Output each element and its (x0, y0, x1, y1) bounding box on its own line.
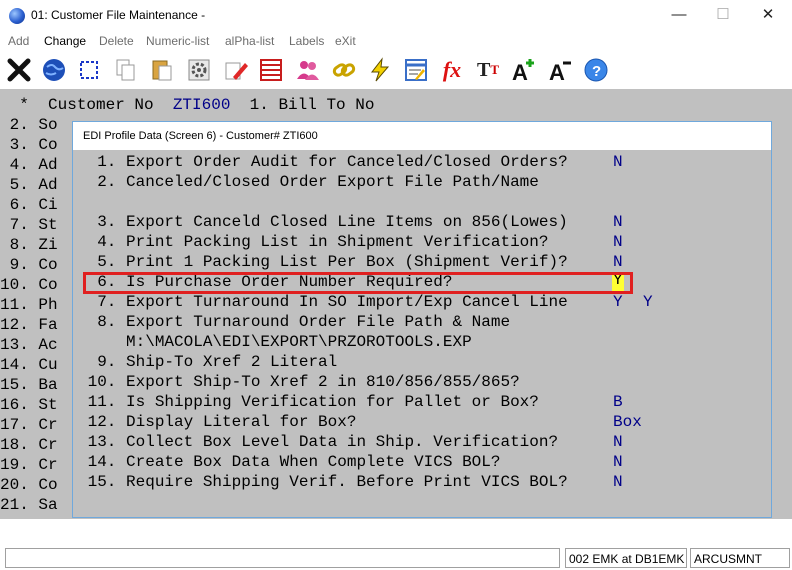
terminal-row: 5. Ad (0, 176, 58, 194)
terminal-row: 9. Co (0, 256, 58, 274)
terminal-row: 17. Cr (0, 416, 58, 434)
maximize-button[interactable]: ☐ (700, 4, 746, 26)
dialog-row-value[interactable]: N (613, 433, 623, 453)
dialog-row-value[interactable]: N (613, 233, 623, 253)
dialog-title: EDI Profile Data (Screen 6) - Customer# … (73, 122, 771, 150)
dialog-row-label: 2. Canceled/Closed Order Export File Pat… (78, 173, 539, 191)
dialog-row-label: M:\MACOLA\EDI\EXPORT\PRZOROTOOLS.EXP (78, 333, 472, 351)
dialog-body: 1. Export Order Audit for Canceled/Close… (78, 150, 766, 513)
menu-delete[interactable]: Delete (99, 34, 134, 48)
menu-exit[interactable]: eXit (335, 34, 356, 48)
toolbar: fx TT A A ? (0, 51, 792, 89)
paste-icon[interactable] (146, 54, 178, 86)
close-button[interactable]: ✕ (745, 4, 791, 26)
menu-alpha-list[interactable]: alPha-list (225, 34, 274, 48)
settings-gear-icon[interactable] (183, 54, 215, 86)
dialog-row-value[interactable]: Box (613, 413, 642, 433)
menu-change[interactable]: Change (44, 34, 86, 48)
dialog-row-value[interactable]: N (613, 213, 623, 233)
font-increase-icon[interactable]: A (508, 54, 540, 86)
dialog-row-value[interactable]: N (613, 473, 623, 493)
terminal-row: 11. Ph (0, 296, 58, 314)
terminal-row: 16. St (0, 396, 58, 414)
dialog-row-label: 11. Is Shipping Verification for Pallet … (78, 393, 539, 411)
dialog-row-label: 4. Print Packing List in Shipment Verifi… (78, 233, 549, 251)
dialog-row-value-2[interactable]: Y (643, 293, 653, 313)
terminal-row: 2. So (0, 116, 58, 134)
status-program: ARCUSMNT (690, 548, 790, 568)
terminal-row: 7. St (0, 216, 58, 234)
dialog-row-value[interactable]: N (613, 453, 623, 473)
terminal-row: 14. Cu (0, 356, 58, 374)
copy-icon[interactable] (110, 54, 142, 86)
globe-icon[interactable] (38, 54, 70, 86)
dialog-row-label: 3. Export Canceld Closed Line Items on 8… (78, 213, 568, 231)
edi-profile-dialog: EDI Profile Data (Screen 6) - Customer# … (72, 121, 772, 518)
chain-link-icon[interactable] (328, 54, 360, 86)
menu-add[interactable]: Add (8, 34, 29, 48)
dialog-row-value[interactable]: N (613, 253, 623, 273)
terminal-row: 19. Cr (0, 456, 58, 474)
dialog-row-value[interactable]: N (613, 153, 623, 173)
dialog-row-label: 15. Require Shipping Verif. Before Print… (78, 473, 568, 491)
terminal-row: 20. Co (0, 476, 58, 494)
users-icon[interactable] (292, 54, 324, 86)
app-globe-icon (9, 8, 25, 24)
dialog-row-label: 13. Collect Box Level Data in Ship. Veri… (78, 433, 559, 451)
terminal-row: 13. Ac (0, 336, 58, 354)
terminal-row: 3. Co (0, 136, 58, 154)
customer-id: ZTI600 (172, 96, 231, 114)
dialog-row-label: 9. Ship-To Xref 2 Literal (78, 353, 338, 371)
dialog-row-label: 12. Display Literal for Box? (78, 413, 357, 431)
lightning-icon[interactable] (364, 54, 396, 86)
help-icon[interactable]: ? (580, 54, 612, 86)
terminal-header: * Customer No ZTI600 1. Bill To No (0, 96, 375, 114)
font-decrease-icon[interactable]: A (545, 54, 577, 86)
dialog-row-label: 8. Export Turnaround Order File Path & N… (78, 313, 511, 331)
terminal-row: 10. Co (0, 276, 58, 294)
menu-numeric-list[interactable]: Numeric-list (146, 34, 209, 48)
status-message-field (5, 548, 560, 568)
dialog-row-label: 14. Create Box Data When Complete VICS B… (78, 453, 501, 471)
report-icon[interactable] (400, 54, 432, 86)
select-icon[interactable] (73, 54, 105, 86)
title-bar: 01: Customer File Maintenance - — ☐ ✕ (0, 0, 792, 31)
text-size-icon[interactable]: TT (472, 54, 504, 86)
dialog-row-value[interactable]: Y (613, 293, 623, 313)
svg-text:A: A (512, 60, 528, 84)
highlight-box (83, 272, 633, 294)
minimize-button[interactable]: — (656, 4, 702, 26)
terminal-row: 12. Fa (0, 316, 58, 334)
terminal-row: 15. Ba (0, 376, 58, 394)
svg-text:?: ? (592, 63, 601, 80)
menu-labels[interactable]: Labels (289, 34, 324, 48)
svg-text:A: A (549, 60, 565, 84)
dialog-row-label: 10. Export Ship-To Xref 2 in 810/856/855… (78, 373, 520, 391)
dialog-row-label: 5. Print 1 Packing List Per Box (Shipmen… (78, 253, 568, 271)
menu-bar: Add Change Delete Numeric-list alPha-lis… (0, 31, 792, 51)
dialog-row-label: 1. Export Order Audit for Canceled/Close… (78, 153, 568, 171)
edit-eraser-icon[interactable] (220, 54, 252, 86)
function-fx-icon[interactable]: fx (436, 54, 468, 86)
terminal-row: 4. Ad (0, 156, 58, 174)
dialog-row-label: 7. Export Turnaround In SO Import/Exp Ca… (78, 293, 568, 311)
terminal-row: 18. Cr (0, 436, 58, 454)
exit-x-icon[interactable] (3, 54, 35, 86)
window-title: 01: Customer File Maintenance - (31, 8, 206, 22)
status-bar: 002 EMK at DB1EMK ARCUSMNT (0, 519, 792, 570)
terminal-row: 6. Ci (0, 196, 58, 214)
status-session: 002 EMK at DB1EMK (565, 548, 687, 568)
table-icon[interactable] (255, 54, 287, 86)
dialog-row-value[interactable]: B (613, 393, 623, 413)
terminal-row: 21. Sa (0, 496, 58, 514)
terminal-row: 8. Zi (0, 236, 58, 254)
